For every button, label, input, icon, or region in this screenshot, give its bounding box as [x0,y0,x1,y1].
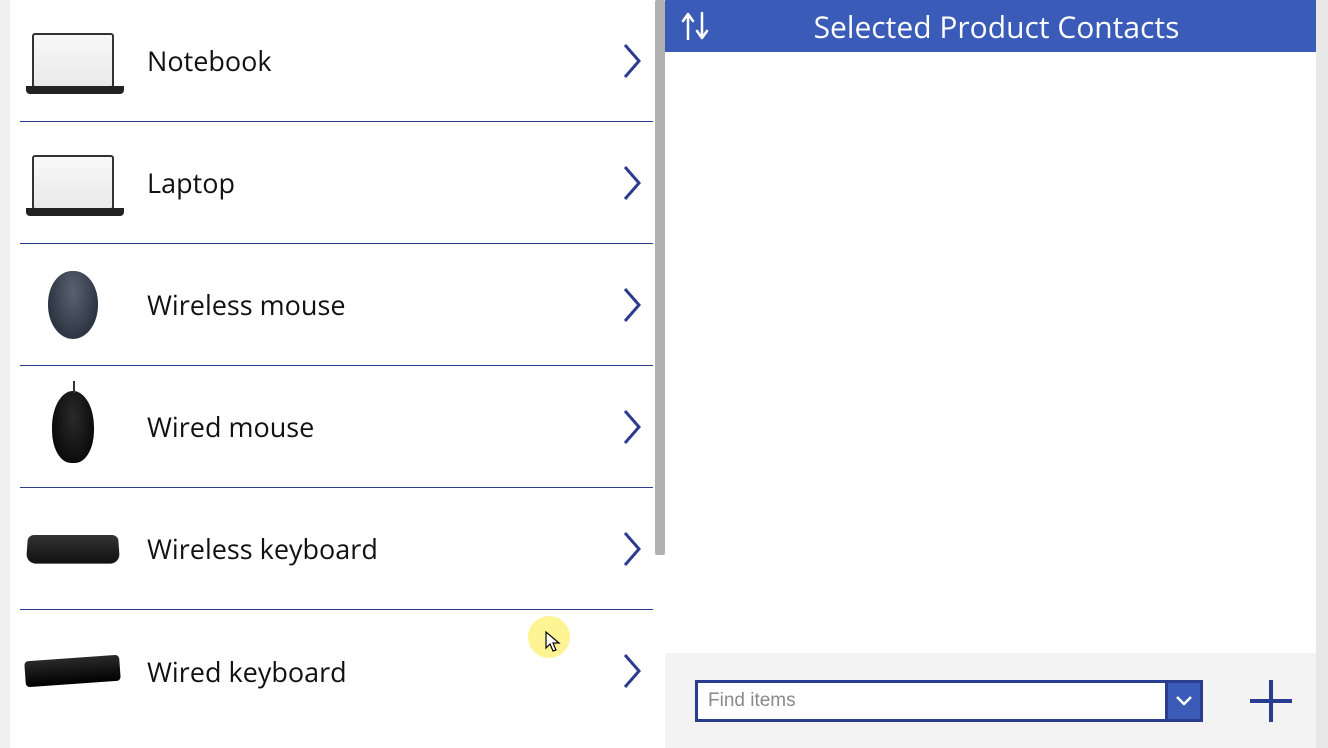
laptop-thumb [20,133,125,233]
product-row-wireless-mouse[interactable]: Wireless mouse [20,244,653,366]
product-row-wired-mouse[interactable]: Wired mouse [20,366,653,488]
sort-button[interactable] [665,9,725,43]
find-items-input[interactable] [695,680,1165,722]
contacts-header: Selected Product Contacts [665,0,1328,52]
notebook-thumb [20,11,125,111]
product-label: Wireless mouse [125,286,618,323]
chevron-right-icon [618,285,648,325]
product-row-notebook[interactable]: Notebook [20,0,653,122]
product-row-laptop[interactable]: Laptop [20,122,653,244]
product-label: Notebook [125,42,618,79]
product-label: Wired mouse [125,408,618,445]
contacts-panel: Selected Product Contacts [665,0,1328,748]
add-button[interactable] [1243,673,1298,728]
wired-mouse-thumb [20,377,125,477]
wireless-keyboard-thumb [20,499,125,599]
chevron-down-icon [1175,695,1193,707]
find-items-dropdown-button[interactable] [1165,680,1203,722]
chevron-right-icon [618,407,648,447]
product-label: Wired keyboard [125,653,618,690]
app-root: Notebook Laptop Wireless mouse Wired mou… [0,0,1328,748]
plus-icon [1246,676,1296,726]
scrollbar-thumb[interactable] [655,0,665,555]
product-row-wireless-keyboard[interactable]: Wireless keyboard [20,488,653,610]
product-label: Laptop [125,164,618,201]
chevron-right-icon [618,41,648,81]
bottom-toolbar [665,653,1328,748]
wired-keyboard-thumb [20,621,125,721]
left-gutter [0,0,10,748]
product-label: Wireless keyboard [125,530,618,567]
product-list-panel: Notebook Laptop Wireless mouse Wired mou… [10,0,665,748]
wireless-mouse-thumb [20,255,125,355]
contacts-body [665,52,1328,653]
chevron-right-icon [618,529,648,569]
find-items-combo[interactable] [695,680,1203,722]
chevron-right-icon [618,651,648,691]
product-list: Notebook Laptop Wireless mouse Wired mou… [10,0,665,732]
contacts-title: Selected Product Contacts [725,6,1328,47]
sort-arrows-icon [680,9,710,43]
product-row-wired-keyboard[interactable]: Wired keyboard [20,610,653,732]
chevron-right-icon [618,163,648,203]
right-scroll-track [1316,0,1328,748]
